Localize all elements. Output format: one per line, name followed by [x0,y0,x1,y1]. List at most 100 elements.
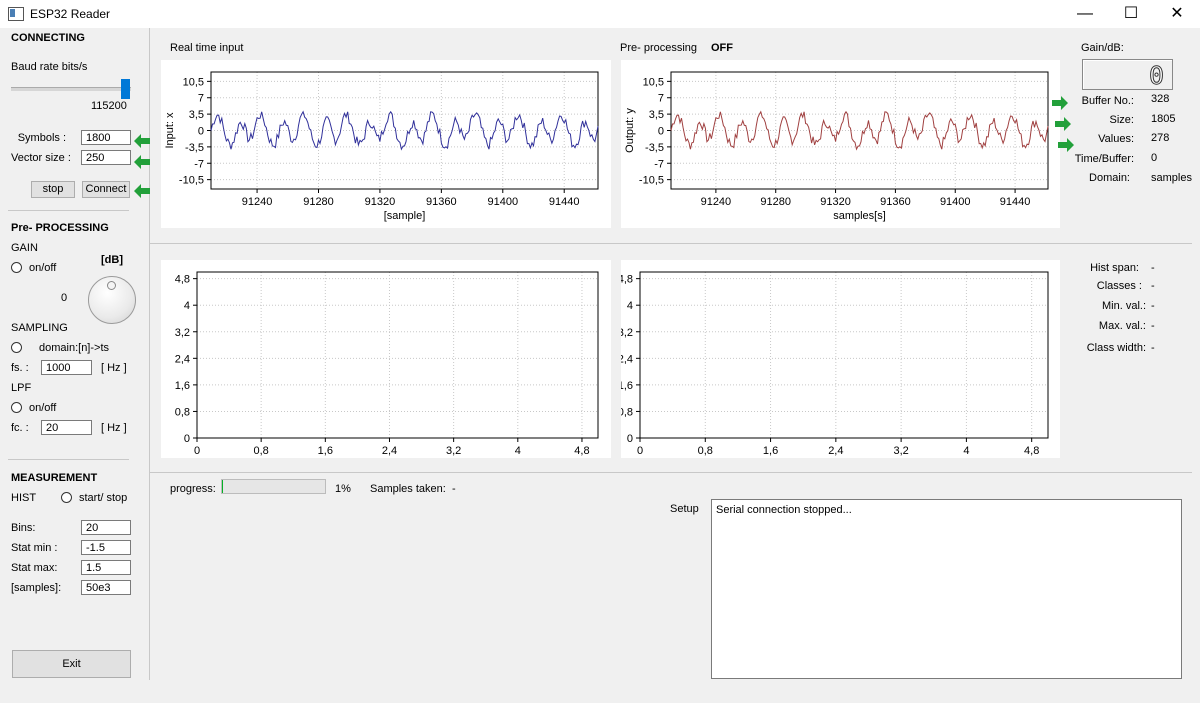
size-value: 1805 [1151,113,1176,125]
min-val-value: - [1151,300,1155,312]
hist-start-stop-label: start/ stop [79,492,128,504]
x-tick-label: 0 [194,445,200,457]
buffer-no-value: 328 [1151,93,1170,105]
baud-rate-slider-track[interactable] [11,87,131,91]
connect-button[interactable]: Connect [82,181,130,198]
hist-span-label: Hist span: [1090,262,1139,274]
stop-button[interactable]: stop [31,181,75,198]
x-axis-label: [sample] [384,210,426,222]
x-tick-label: 91400 [487,196,518,208]
input-plot-panel: 91240 91280 91320 91360 91400 91440 10,5 7 3,5 0 -… [161,60,611,228]
vector-size-input[interactable]: 250 [81,150,131,165]
y-tick-label: 3,2 [621,327,633,339]
x-tick-label: 0 [637,445,643,457]
y-tick-label: 7 [198,93,204,105]
y-tick-label: 0 [627,433,633,445]
progress-fill [222,480,224,493]
sampling-domain-radio[interactable] [11,342,22,353]
stat-max-label: Stat max: [11,562,58,574]
y-tick-label: -7 [194,158,204,170]
vector-size-label: Vector size : [11,152,71,164]
y-tick-label: 2,4 [621,353,633,365]
y-tick-label: 1,6 [175,380,190,392]
y-tick-label: 4,8 [175,274,190,286]
x-tick-label: 91440 [549,196,580,208]
x-tick-label: 0,8 [698,445,713,457]
gain-label: GAIN [11,242,38,254]
gain-dial[interactable] [88,276,136,324]
divider [150,472,1192,473]
symbols-label: Symbols : [17,132,66,144]
progress-bar [221,479,326,494]
y-axis-label: Input: x [164,112,176,149]
y-tick-label: -10,5 [179,175,204,187]
x-tick-label: 4,8 [1024,445,1039,457]
close-button[interactable]: ✕ [1154,0,1200,28]
buffer-no-label: Buffer No.: [1081,95,1134,107]
samples-input[interactable]: 50e3 [81,580,131,595]
x-tick-label: 1,6 [318,445,333,457]
progress-percent: 1% [335,483,351,495]
baud-rate-label: Baud rate bits/s [11,61,88,73]
bins-input[interactable]: 20 [81,520,131,535]
x-tick-label: 91400 [940,196,971,208]
baud-rate-slider-handle[interactable] [121,79,130,99]
title-bar: ESP32 Reader — ☐ ✕ [0,0,1200,28]
fc-input[interactable]: 20 [41,420,92,435]
pre-processing-state: OFF [711,42,733,54]
symbols-input[interactable]: 1800 [81,130,131,145]
gain-onoff-radio[interactable] [11,262,22,273]
x-tick-label: 91360 [426,196,457,208]
max-val-label: Max. val.: [1098,320,1146,332]
y-tick-label: 3,5 [189,109,204,121]
histogram-panel-1: 0 0,8 1,6 2,4 3,2 4 4,8 4,8 4 3,2 2,4 1,6 0,8 0 [161,260,611,458]
y-tick-label: 4 [184,300,190,312]
y-tick-label: -7 [654,158,664,170]
y-tick-label: 10,5 [643,76,664,88]
setup-log-textarea[interactable]: Serial connection stopped... [711,499,1182,679]
fs-unit: [ Hz ] [101,362,127,374]
app-icon [8,7,24,21]
min-val-label: Min. val.: [1101,300,1146,312]
lpf-onoff-radio[interactable] [11,402,22,413]
y-tick-label: 4 [627,300,633,312]
window-title: ESP32 Reader [30,7,111,21]
lpf-onoff-label: on/off [29,402,57,414]
stat-max-input[interactable]: 1.5 [81,560,131,575]
y-tick-label: 0 [184,433,190,445]
y-tick-label: 10,5 [183,76,204,88]
histogram-plot-1: 0 0,8 1,6 2,4 3,2 4 4,8 4,8 4 3,2 2,4 1,6 0,8 0 [175,271,599,457]
domain-label: Domain: [1089,172,1130,184]
x-tick-label: 2,4 [828,445,843,457]
pre-processing-title: Pre- processing [620,42,698,54]
y-tick-label: 0,8 [175,406,190,418]
gain-lcd-value: 0 [1148,61,1164,91]
output-plot-panel: 91240 91280 91320 91360 91400 91440 10,5 7 3,5 0 -… [621,60,1060,228]
x-tick-label: 91440 [1000,196,1031,208]
samples-label: [samples]: [11,582,62,594]
samples-taken-value: - [452,483,456,495]
stat-min-input[interactable]: -1.5 [81,540,131,555]
left-panel-divider [149,28,150,680]
time-buffer-label: Time/Buffer: [1074,153,1134,165]
max-val-value: - [1151,320,1155,332]
signal-line [670,110,1049,151]
fc-unit: [ Hz ] [101,422,127,434]
sampling-domain-label: domain:[n]->ts [39,342,110,354]
samples-taken-label: Samples taken: [370,483,446,495]
y-tick-label: 0,8 [621,406,633,418]
signal-line [210,110,599,151]
hist-start-stop-radio[interactable] [61,492,72,503]
fs-label: fs. : [11,362,29,374]
setup-log-text: Serial connection stopped... [716,504,852,516]
plot-frame [639,271,1049,439]
y-tick-label: 0 [658,126,664,138]
divider [8,459,129,460]
x-tick-label: 1,6 [763,445,778,457]
exit-button[interactable]: Exit [12,650,131,678]
fs-input[interactable]: 1000 [41,360,92,375]
maximize-button[interactable]: ☐ [1108,0,1154,28]
minimize-button[interactable]: — [1062,0,1108,28]
y-tick-label: 0 [198,126,204,138]
y-tick-label: 7 [658,93,664,105]
